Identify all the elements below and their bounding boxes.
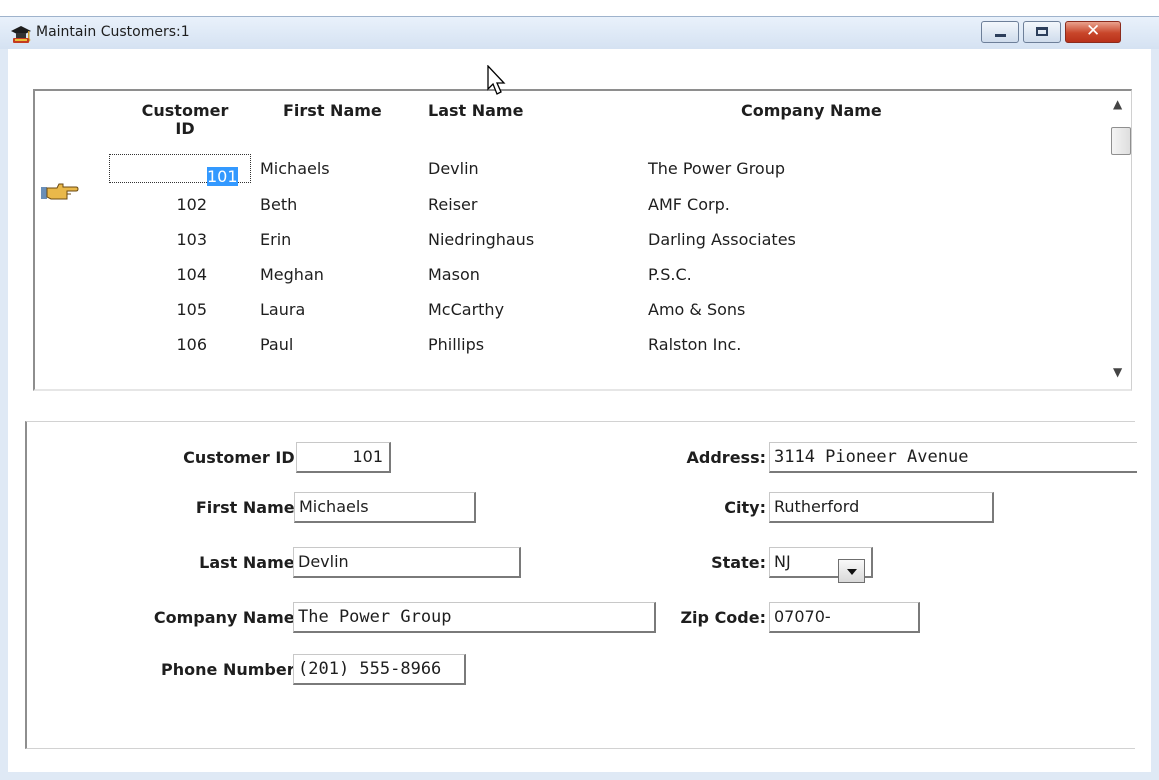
cell-first-name[interactable]: Beth [260,195,297,214]
maximize-button[interactable] [1023,21,1061,43]
state-dropdown-button[interactable] [838,559,865,583]
cell-customer-id[interactable]: 104 [117,265,207,284]
cell-last-name[interactable]: Niedringhaus [428,230,534,249]
graduation-cap-app-icon [11,26,31,43]
city-field[interactable]: Rutherford [769,492,994,523]
cell-first-name[interactable]: Laura [260,300,305,319]
cell-first-name[interactable]: Meghan [260,265,324,284]
label-address: Address: [686,448,766,467]
label-zip-code: Zip Code: [680,608,766,627]
cell-first-name[interactable]: Paul [260,335,293,354]
cell-last-name[interactable]: Reiser [428,195,477,214]
cell-last-name[interactable]: McCarthy [428,300,504,319]
selected-id-text: 101 [207,167,238,186]
minimize-icon [995,34,1006,37]
cell-customer-id[interactable]: 105 [117,300,207,319]
label-city: City: [724,498,766,517]
table-row[interactable]: 106 Paul Phillips Ralston Inc. [35,327,1085,362]
address-field[interactable]: 3114 Pioneer Avenue [769,442,1137,473]
close-icon: ✕ [1086,21,1101,41]
label-first-name: First Name: [195,498,301,517]
cell-customer-id[interactable]: 103 [117,230,207,249]
header-company-name[interactable]: Company Name [741,102,882,120]
maximize-icon [1036,27,1048,36]
mouse-pointer-icon [487,65,506,95]
close-button[interactable]: ✕ [1065,21,1121,43]
cell-company-name[interactable]: The Power Group [648,159,785,178]
cell-last-name[interactable]: Phillips [428,335,484,354]
header-first-name[interactable]: First Name [283,102,382,120]
cell-company-name[interactable]: AMF Corp. [648,195,730,214]
label-last-name: Last Name: [199,553,301,572]
customer-detail-form: Customer ID: 101 First Name: Michaels La… [25,421,1137,749]
cell-first-name[interactable]: Erin [260,230,291,249]
label-state: State: [711,553,766,572]
main-window: Maintain Customers:1 ✕ Customer ID First… [0,16,1159,780]
label-company-name: Company Name: [153,608,301,627]
cell-last-name[interactable]: Mason [428,265,480,284]
scroll-down-arrow-icon[interactable]: ▼ [1113,365,1122,379]
customer-grid[interactable]: Customer ID First Name Last Name Company… [33,89,1132,391]
table-row[interactable]: 104 Meghan Mason P.S.C. [35,257,1085,292]
table-row[interactable]: 101 Michaels Devlin The Power Group [35,151,1085,186]
header-customer-id[interactable]: Customer ID [130,102,240,138]
cell-company-name[interactable]: P.S.C. [648,265,692,284]
cell-company-name[interactable]: Amo & Sons [648,300,745,319]
table-row[interactable]: 102 Beth Reiser AMF Corp. [35,187,1085,222]
cell-company-name[interactable]: Ralston Inc. [648,335,741,354]
cell-last-name[interactable]: Devlin [428,159,479,178]
scroll-up-arrow-icon[interactable]: ▲ [1113,97,1122,111]
window-title: Maintain Customers:1 [36,24,190,40]
first-name-field[interactable]: Michaels [294,492,476,523]
chevron-down-icon [847,569,857,575]
company-name-field[interactable]: The Power Group [293,602,656,633]
phone-number-field[interactable]: (201) 555-8966 [293,654,466,685]
label-customer-id: Customer ID: [183,448,301,467]
table-row[interactable]: 105 Laura McCarthy Amo & Sons [35,292,1085,327]
cell-customer-id[interactable]: 102 [117,195,207,214]
last-name-field[interactable]: Devlin [293,547,521,578]
label-phone-number: Phone Number: [161,660,301,679]
zip-code-field[interactable]: 07070- [769,602,920,633]
scroll-thumb[interactable] [1111,127,1131,155]
minimize-button[interactable] [981,21,1019,43]
header-last-name[interactable]: Last Name [428,102,523,120]
cell-first-name[interactable]: Michaels [260,159,330,178]
customer-id-field[interactable]: 101 [296,442,391,473]
cell-company-name[interactable]: Darling Associates [648,230,796,249]
table-row[interactable]: 103 Erin Niedringhaus Darling Associates [35,222,1085,257]
title-bar[interactable]: Maintain Customers:1 ✕ [0,17,1159,49]
cell-customer-id[interactable]: 106 [117,335,207,354]
vertical-scrollbar[interactable]: ▲ ▼ [1109,91,1131,389]
content-area: Customer ID First Name Last Name Company… [8,49,1151,772]
